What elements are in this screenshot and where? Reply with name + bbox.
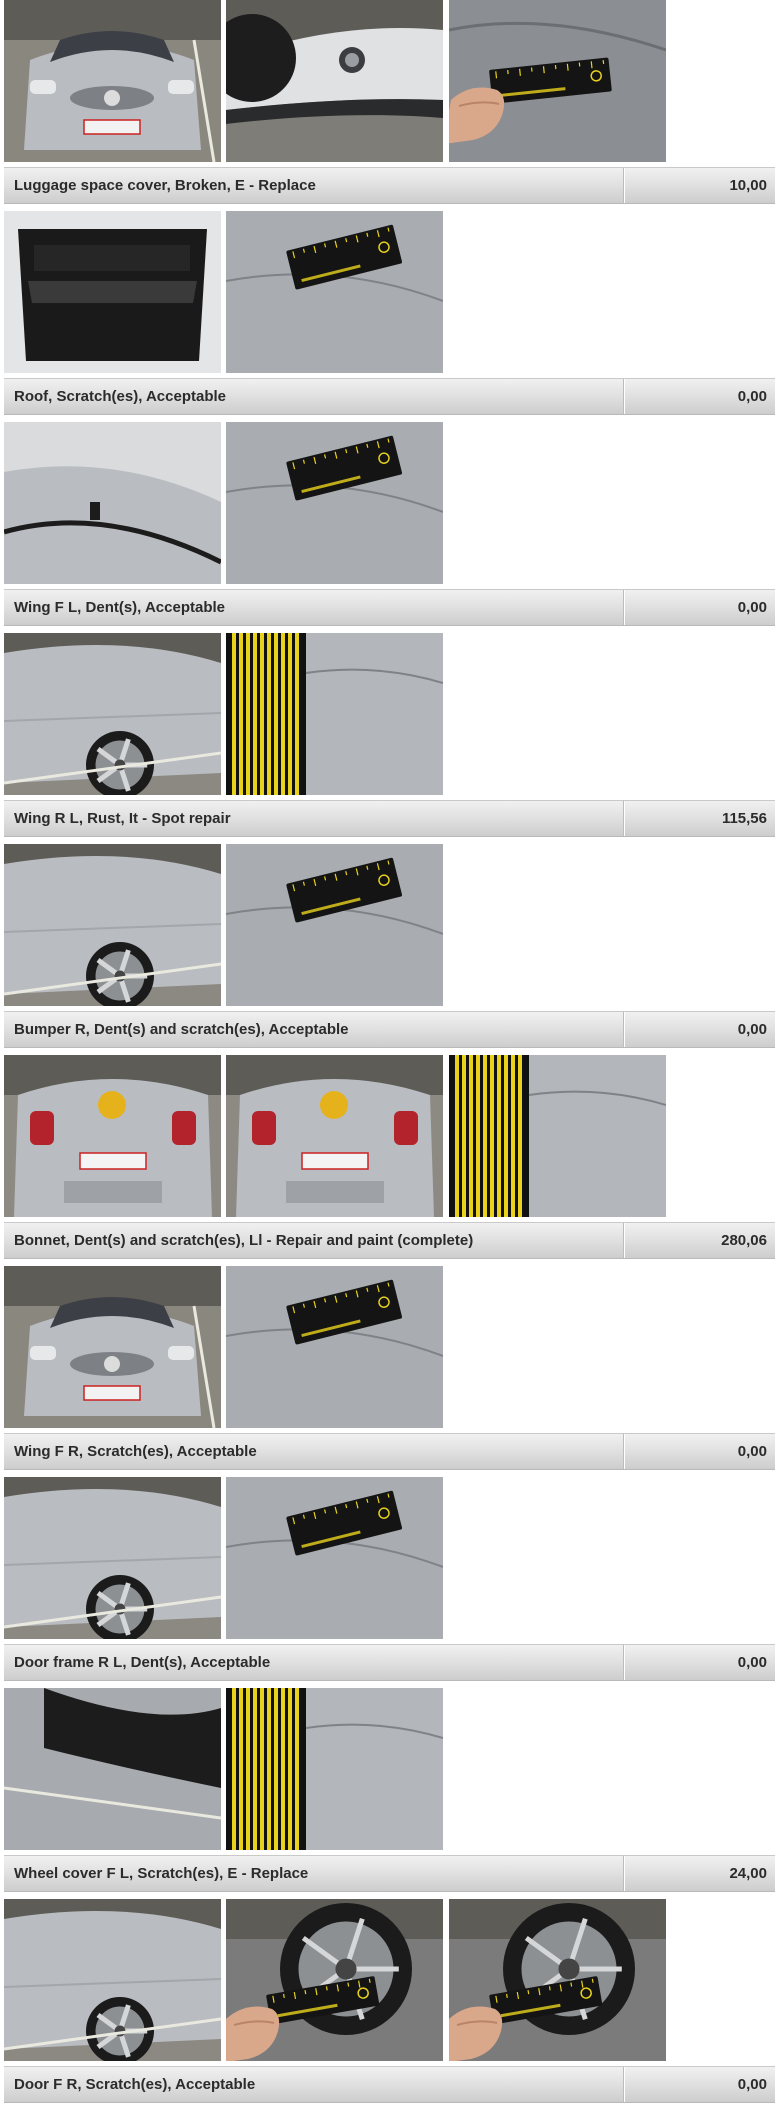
- damage-photo[interactable]: [226, 1477, 443, 1639]
- car-photo-icon: [226, 844, 443, 1006]
- damage-item-bar: Wing R L, Rust, It - Spot repair 115,56: [4, 800, 775, 837]
- column-divider: [624, 2067, 625, 2102]
- damage-item-bar: Wheel cover F L, Scratch(es), E - Replac…: [4, 1855, 775, 1892]
- damage-photo[interactable]: [226, 1688, 443, 1850]
- damage-photo[interactable]: [226, 422, 443, 584]
- damage-photo[interactable]: [4, 1477, 221, 1639]
- damage-item-bar: Bumper R, Dent(s) and scratch(es), Accep…: [4, 1011, 775, 1048]
- column-divider: [624, 1434, 625, 1469]
- repair-amount: 24,00: [729, 1865, 767, 1882]
- damage-photo[interactable]: [4, 1899, 221, 2061]
- damage-photo[interactable]: [449, 1055, 666, 1217]
- damage-photo[interactable]: [4, 422, 221, 584]
- column-divider: [624, 1012, 625, 1047]
- damage-photo[interactable]: [4, 211, 221, 373]
- car-photo-icon: [449, 0, 666, 162]
- column-divider: [624, 379, 625, 414]
- car-photo-icon: [226, 1899, 443, 2061]
- car-photo-icon: [4, 1266, 221, 1428]
- damage-photo[interactable]: [4, 1055, 221, 1217]
- repair-amount: 0,00: [737, 388, 767, 405]
- repair-amount: 0,00: [737, 1443, 767, 1460]
- damage-photo[interactable]: [449, 1899, 666, 2061]
- car-photo-icon: [226, 211, 443, 373]
- damage-item-bar: Bonnet, Dent(s) and scratch(es), Ll - Re…: [4, 1222, 775, 1259]
- damage-description: Bonnet, Dent(s) and scratch(es), Ll - Re…: [14, 1232, 474, 1249]
- car-photo-icon: [4, 1477, 221, 1639]
- damage-description: Door frame R L, Dent(s), Acceptable: [14, 1654, 271, 1671]
- column-divider: [624, 1856, 625, 1891]
- damage-photo[interactable]: [226, 1266, 443, 1428]
- damage-item-bar: Door F R, Scratch(es), Acceptable 0,00: [4, 2066, 775, 2103]
- damage-photo[interactable]: [4, 633, 221, 795]
- damage-photo[interactable]: [226, 844, 443, 1006]
- car-photo-icon: [226, 1055, 443, 1217]
- damage-description: Door F R, Scratch(es), Acceptable: [14, 2076, 256, 2093]
- column-divider: [624, 801, 625, 836]
- damage-description: Wing R L, Rust, It - Spot repair: [14, 810, 231, 827]
- damage-item-bar: Luggage space cover, Broken, E - Replace…: [4, 167, 775, 204]
- damage-description: Wheel cover F L, Scratch(es), E - Replac…: [14, 1865, 309, 1882]
- car-photo-icon: [4, 844, 221, 1006]
- damage-item-bar: Wing F R, Scratch(es), Acceptable 0,00: [4, 1433, 775, 1470]
- repair-amount: 10,00: [729, 177, 767, 194]
- car-photo-icon: [226, 0, 443, 162]
- car-photo-icon: [449, 1899, 666, 2061]
- column-divider: [624, 1645, 625, 1680]
- repair-amount: 0,00: [737, 1654, 767, 1671]
- repair-amount: 0,00: [737, 2076, 767, 2093]
- repair-amount: 0,00: [737, 1021, 767, 1038]
- damage-item-bar: Wing F L, Dent(s), Acceptable 0,00: [4, 589, 775, 626]
- car-photo-icon: [4, 0, 221, 162]
- car-photo-icon: [226, 422, 443, 584]
- car-photo-icon: [226, 633, 443, 795]
- car-photo-icon: [4, 211, 221, 373]
- damage-photo[interactable]: [4, 1688, 221, 1850]
- damage-photo[interactable]: [226, 633, 443, 795]
- repair-amount: 0,00: [737, 599, 767, 616]
- column-divider: [624, 590, 625, 625]
- car-photo-icon: [4, 1055, 221, 1217]
- repair-amount: 280,06: [721, 1232, 767, 1249]
- damage-photo[interactable]: [449, 0, 666, 162]
- damage-description: Bumper R, Dent(s) and scratch(es), Accep…: [14, 1021, 349, 1038]
- damage-photo[interactable]: [226, 0, 443, 162]
- car-photo-icon: [4, 633, 221, 795]
- repair-amount: 115,56: [721, 810, 767, 827]
- damage-description: Wing F L, Dent(s), Acceptable: [14, 599, 225, 616]
- damage-description: Luggage space cover, Broken, E - Replace: [14, 177, 316, 194]
- car-photo-icon: [4, 1899, 221, 2061]
- damage-photo[interactable]: [4, 844, 221, 1006]
- car-photo-icon: [4, 1688, 221, 1850]
- car-photo-icon: [449, 1055, 666, 1217]
- damage-item-bar: Roof, Scratch(es), Acceptable 0,00: [4, 378, 775, 415]
- damage-photo[interactable]: [4, 0, 221, 162]
- damage-description: Roof, Scratch(es), Acceptable: [14, 388, 226, 405]
- damage-item-bar: Door frame R L, Dent(s), Acceptable 0,00: [4, 1644, 775, 1681]
- damage-photo[interactable]: [4, 1266, 221, 1428]
- car-photo-icon: [226, 1688, 443, 1850]
- car-photo-icon: [4, 422, 221, 584]
- car-photo-icon: [226, 1477, 443, 1639]
- column-divider: [624, 168, 625, 203]
- damage-photo[interactable]: [226, 1899, 443, 2061]
- column-divider: [624, 1223, 625, 1258]
- damage-description: Wing F R, Scratch(es), Acceptable: [14, 1443, 257, 1460]
- damage-photo[interactable]: [226, 211, 443, 373]
- damage-photo[interactable]: [226, 1055, 443, 1217]
- car-photo-icon: [226, 1266, 443, 1428]
